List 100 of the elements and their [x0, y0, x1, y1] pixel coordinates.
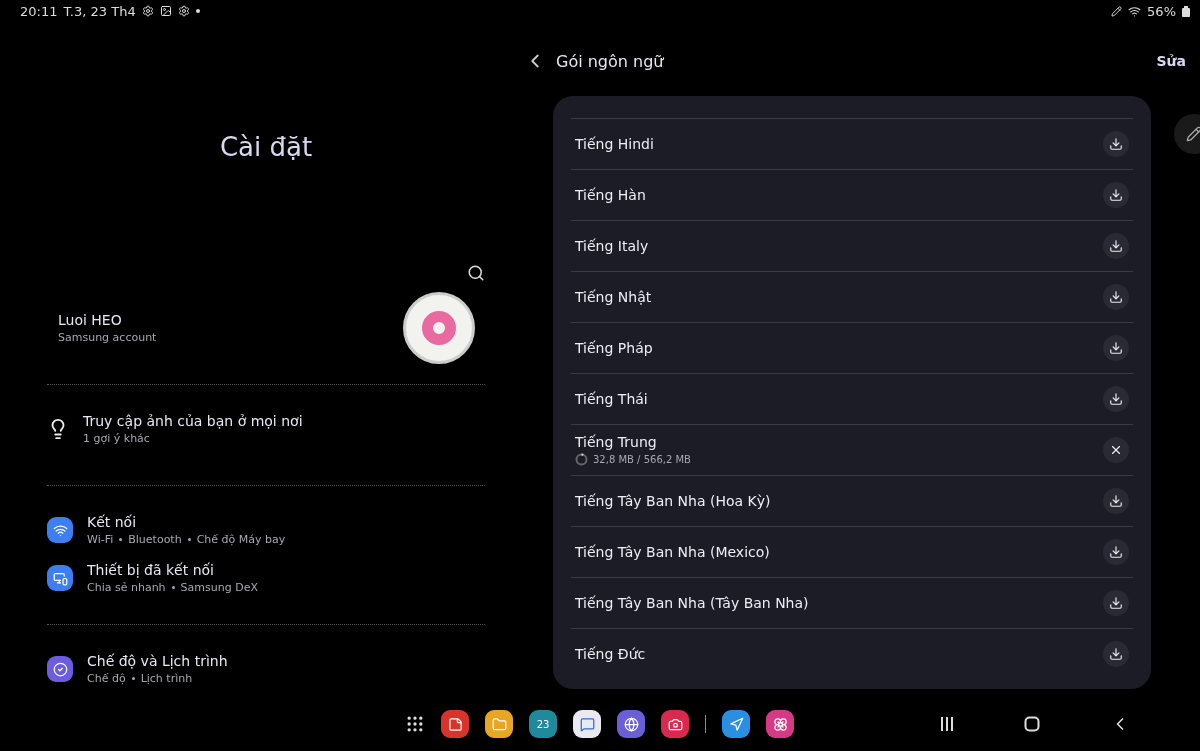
item-detail: Wi-Fi — [87, 533, 114, 546]
download-icon — [1109, 392, 1123, 406]
wifi-glyph-icon — [52, 522, 68, 538]
download-icon — [1109, 596, 1123, 610]
dot-icon — [195, 9, 200, 13]
language-row[interactable]: Tiếng Thái — [571, 373, 1133, 424]
close-icon — [1109, 443, 1123, 457]
battery-level: 56% — [1147, 3, 1176, 19]
download-icon — [1109, 545, 1123, 559]
app-icon[interactable] — [485, 710, 513, 738]
page-title: Gói ngôn ngữ — [556, 51, 665, 71]
app-icon[interactable] — [617, 710, 645, 738]
item-detail: Lịch trình — [140, 672, 193, 685]
download-button[interactable] — [1103, 335, 1129, 361]
download-button[interactable] — [1103, 233, 1129, 259]
home-button[interactable] — [1024, 716, 1040, 732]
settings-item[interactable]: Thiết bị đã kết nối Chia sẻ nhanh Samsung DeX — [47, 562, 485, 594]
bullet-icon — [187, 538, 191, 541]
language-row[interactable]: Tiếng Đức — [571, 628, 1133, 679]
app-icon[interactable] — [766, 710, 794, 738]
flower-icon — [772, 716, 788, 732]
wifi-icon — [1128, 4, 1142, 18]
search-button[interactable] — [467, 264, 485, 282]
download-button[interactable] — [1103, 284, 1129, 310]
download-icon — [1109, 188, 1123, 202]
square-icon — [1024, 716, 1040, 732]
language-row[interactable]: Tiếng Nhật — [571, 271, 1133, 322]
settings-title: Cài đặt — [218, 132, 314, 164]
app-icon[interactable] — [722, 710, 750, 738]
language-row[interactable]: Tiếng Tây Ban Nha (Tây Ban Nha) — [571, 577, 1133, 628]
download-button[interactable] — [1103, 386, 1129, 412]
language-name: Tiếng Tây Ban Nha (Hoa Kỳ) — [575, 493, 771, 509]
download-icon — [1109, 494, 1123, 508]
download-button[interactable] — [1103, 131, 1129, 157]
language-row[interactable]: Tiếng Tây Ban Nha (Hoa Kỳ) — [571, 475, 1133, 526]
arrow-icon — [728, 716, 744, 732]
app-icon[interactable] — [573, 710, 601, 738]
language-row[interactable]: Tiếng Trung 32,8 MB / 566,2 MB — [571, 424, 1133, 475]
download-icon — [1109, 239, 1123, 253]
download-icon — [1109, 647, 1123, 661]
internet-icon — [623, 716, 639, 732]
download-button[interactable] — [1103, 539, 1129, 565]
language-row[interactable]: Tiếng Pháp — [571, 322, 1133, 373]
language-name: Tiếng Trung — [575, 434, 658, 450]
pen-icon — [1111, 5, 1123, 17]
account-label: Samsung account — [58, 331, 157, 344]
item-detail: Chia sẻ nhanh — [87, 581, 166, 594]
item-title: Thiết bị đã kết nối — [87, 562, 215, 578]
item-detail: Chế độ Máy bay — [196, 533, 286, 546]
cancel-button[interactable] — [1103, 437, 1129, 463]
download-button[interactable] — [1103, 182, 1129, 208]
download-icon — [1109, 137, 1123, 151]
item-title: Chế độ và Lịch trình — [87, 653, 228, 669]
download-icon — [1109, 341, 1123, 355]
language-name: Tiếng Thái — [575, 391, 648, 407]
modes-glyph-icon — [52, 661, 68, 677]
language-name: Tiếng Italy — [575, 238, 649, 254]
suggestion-subtitle: 1 gợi ý khác — [83, 432, 151, 445]
language-name: Tiếng Đức — [575, 646, 646, 662]
apps-grid-button[interactable] — [405, 714, 425, 734]
battery-icon — [1182, 5, 1190, 17]
grid-icon — [405, 714, 425, 734]
language-row[interactable]: Tiếng Hàn — [571, 169, 1133, 220]
recent-apps-button[interactable] — [940, 716, 954, 732]
status-date: T.3, 23 Th4 — [63, 3, 136, 19]
language-name: Tiếng Hàn — [575, 187, 646, 203]
image-icon — [159, 5, 172, 17]
bullet-icon — [171, 586, 175, 589]
language-name: Tiếng Hindi — [575, 136, 654, 152]
item-detail: Samsung DeX — [180, 581, 258, 594]
app-icon[interactable]: 23 — [529, 710, 557, 738]
download-button[interactable] — [1103, 590, 1129, 616]
language-name: Tiếng Tây Ban Nha (Tây Ban Nha) — [575, 595, 809, 611]
edit-button[interactable]: Sửa — [1150, 52, 1192, 70]
item-detail: Bluetooth — [128, 533, 182, 546]
search-icon — [467, 264, 485, 282]
app-icon[interactable] — [661, 710, 689, 738]
devices-glyph-icon — [52, 570, 68, 586]
download-button[interactable] — [1103, 488, 1129, 514]
suggestion-item[interactable]: Truy cập ảnh của bạn ở mọi nơi 1 gợi ý khác — [47, 413, 485, 445]
language-row[interactable]: Tiếng Hindi — [571, 118, 1133, 169]
notes-icon — [447, 716, 463, 732]
language-row[interactable]: Tiếng Italy — [571, 220, 1133, 271]
bullet-icon — [119, 538, 123, 541]
language-row[interactable]: Tiếng Tây Ban Nha (Mexico) — [571, 526, 1133, 577]
settings-item[interactable]: Chế độ và Lịch trình Chế độ Lịch trình — [47, 653, 485, 685]
app-icon[interactable] — [441, 710, 469, 738]
language-name: Tiếng Pháp — [575, 340, 653, 356]
download-button[interactable] — [1103, 641, 1129, 667]
camera-icon — [667, 716, 683, 732]
files-icon — [491, 716, 507, 732]
settings-icon — [141, 5, 154, 17]
bars-icon — [940, 716, 954, 732]
settings-icon — [177, 5, 190, 17]
suggestion-title: Truy cập ảnh của bạn ở mọi nơi — [83, 413, 303, 429]
settings-item[interactable]: Kết nối Wi-Fi Bluetooth Chế độ Máy bay — [47, 514, 485, 546]
language-name: Tiếng Tây Ban Nha (Mexico) — [575, 544, 770, 560]
profile-card[interactable]: Luoi HEO Samsung account — [47, 292, 485, 364]
status-time: 20:11 — [20, 3, 58, 19]
item-title: Kết nối — [87, 514, 138, 530]
